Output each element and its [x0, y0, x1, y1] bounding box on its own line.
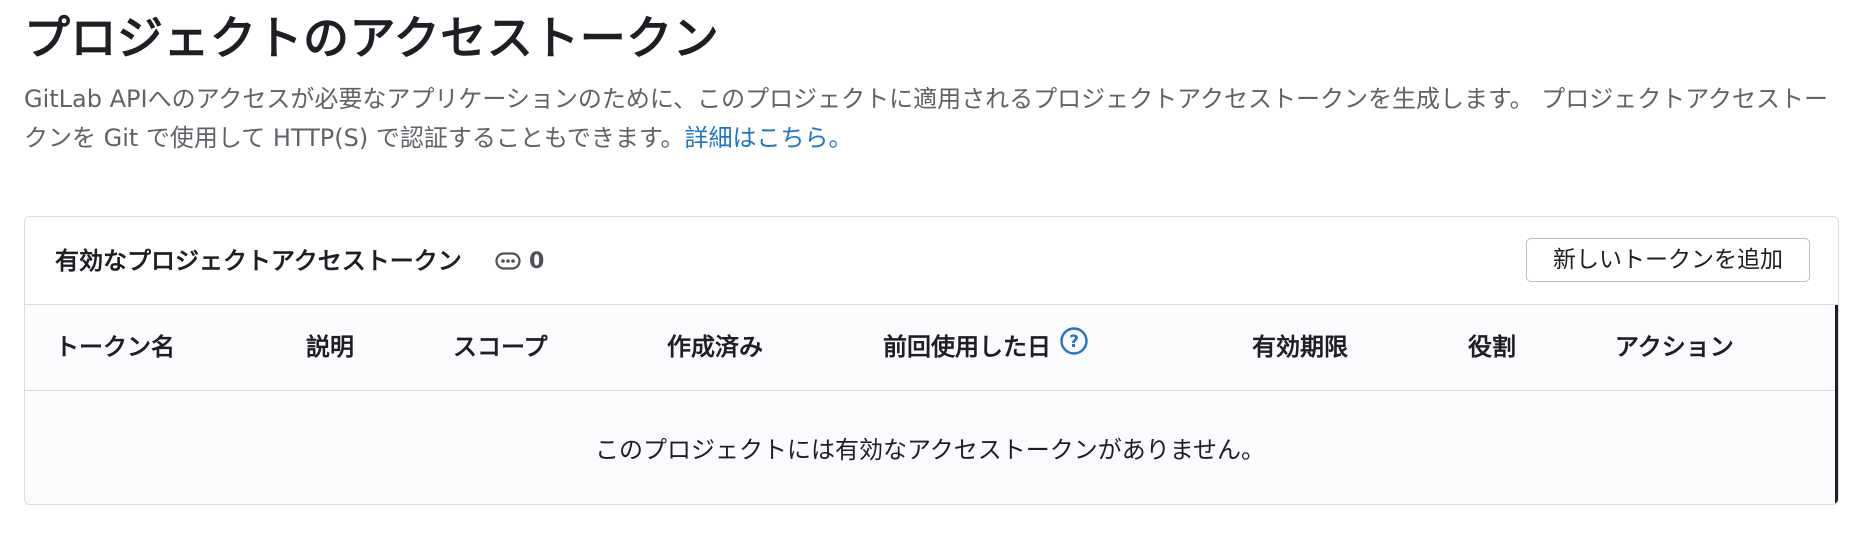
column-header-description: 説明 — [306, 333, 354, 361]
card-header: 有効なプロジェクトアクセストークン 0 新しいトークンを追加 — [25, 217, 1838, 305]
empty-state-message: このプロジェクトには有効なアクセストークンがありません。 — [594, 436, 1266, 464]
column-header-actions: アクション — [1615, 333, 1734, 361]
table-header: トークン名 説明 スコープ 作成済み 前回使用した日? 有効期限 役割 アクショ… — [25, 305, 1835, 391]
learn-more-link[interactable]: 詳細はこちら。 — [685, 124, 853, 152]
column-header-created: 作成済み — [667, 333, 763, 361]
svg-text:?: ? — [1069, 332, 1079, 352]
column-header-last-used: 前回使用した日? — [883, 326, 1089, 366]
column-header-token-name: トークン名 — [55, 333, 175, 361]
active-tokens-card: 有効なプロジェクトアクセストークン 0 新しいトークンを追加 トークン名 説明 — [24, 216, 1839, 505]
add-new-token-button[interactable]: 新しいトークンを追加 — [1526, 238, 1810, 282]
column-header-scopes: スコープ — [453, 333, 548, 361]
token-count-badge: 0 — [495, 246, 544, 276]
column-header-last-used-label: 前回使用した日 — [883, 333, 1051, 361]
column-header-expires: 有効期限 — [1252, 333, 1348, 361]
token-icon — [495, 252, 521, 270]
access-tokens-page: プロジェクトのアクセストークン GitLab APIへのアクセスが必要なアプリケ… — [0, 0, 1862, 544]
question-circle-icon[interactable]: ? — [1059, 326, 1089, 366]
page-description: GitLab APIへのアクセスが必要なアプリケーションのために、このプロジェク… — [24, 80, 1844, 158]
card-title: 有効なプロジェクトアクセストークン — [55, 247, 462, 275]
description-text: GitLab APIへのアクセスが必要なアプリケーションのために、このプロジェク… — [24, 85, 1829, 152]
column-header-role: 役割 — [1468, 333, 1516, 361]
token-count: 0 — [529, 248, 545, 274]
empty-state-row: このプロジェクトには有効なアクセストークンがありません。 — [25, 391, 1835, 504]
tokens-table: トークン名 説明 スコープ 作成済み 前回使用した日? 有効期限 役割 アクショ… — [25, 305, 1838, 504]
page-title: プロジェクトのアクセストークン — [24, 11, 720, 65]
